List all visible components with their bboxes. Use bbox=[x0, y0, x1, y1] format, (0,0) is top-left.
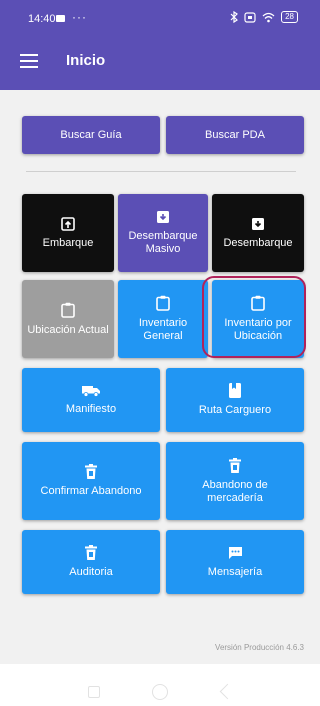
clipboard-icon bbox=[61, 302, 75, 318]
page-title: Inicio bbox=[66, 52, 106, 69]
status-more-dots: ··· bbox=[72, 10, 87, 24]
manifiesto-button[interactable]: Manifiesto bbox=[22, 368, 160, 432]
desembarque-masivo-label: Desembarque Masivo bbox=[128, 230, 198, 255]
buscar-pda-label: Buscar PDA bbox=[205, 128, 265, 141]
buscar-pda-button[interactable]: Buscar PDA bbox=[166, 116, 304, 154]
archive-icon bbox=[251, 217, 265, 231]
inventario-general-label: Inventario General bbox=[138, 317, 188, 342]
status-bar: 14:40 ··· 28 bbox=[0, 0, 320, 34]
ruta-carguero-button[interactable]: Ruta Carguero bbox=[166, 368, 304, 432]
desembarque-masivo-button[interactable]: Desembarque Masivo bbox=[118, 194, 208, 272]
recent-apps-icon[interactable] bbox=[88, 686, 100, 698]
abandono-mercaderia-button[interactable]: Abandono de mercadería bbox=[166, 442, 304, 520]
desembarque-label: Desembarque bbox=[223, 236, 293, 249]
trash-icon bbox=[85, 464, 97, 479]
message-notification-icon bbox=[56, 15, 65, 22]
confirmar-abandono-label: Confirmar Abandono bbox=[40, 485, 142, 497]
version-label: Versión Producción 4.6.3 bbox=[215, 643, 304, 652]
inventario-general-button[interactable]: Inventario General bbox=[118, 280, 208, 358]
divider bbox=[26, 171, 296, 172]
status-icons: 28 bbox=[230, 11, 298, 23]
manifiesto-label: Manifiesto bbox=[65, 402, 117, 415]
trash-icon bbox=[85, 545, 97, 560]
abandono-mercaderia-label: Abandono de mercadería bbox=[202, 478, 268, 504]
embarque-button[interactable]: Embarque bbox=[22, 194, 114, 272]
truck-icon bbox=[82, 385, 100, 397]
app-bar: Inicio bbox=[0, 34, 320, 90]
chat-icon bbox=[228, 546, 243, 560]
confirmar-abandono-button[interactable]: Confirmar Abandono bbox=[22, 442, 160, 520]
book-icon bbox=[229, 383, 241, 398]
buscar-guia-label: Buscar Guía bbox=[60, 128, 122, 141]
auditoria-button[interactable]: Auditoria bbox=[22, 530, 160, 594]
home-icon[interactable] bbox=[152, 684, 168, 700]
wifi-icon bbox=[262, 12, 275, 22]
trash-icon bbox=[229, 457, 241, 473]
buscar-guia-button[interactable]: Buscar Guía bbox=[22, 116, 160, 154]
status-time: 14:40 bbox=[28, 13, 56, 25]
bluetooth-icon bbox=[230, 11, 239, 23]
auditoria-label: Auditoria bbox=[69, 566, 113, 578]
battery-icon: 28 bbox=[281, 11, 298, 23]
open-in-box-icon bbox=[61, 216, 75, 231]
menu-icon[interactable] bbox=[20, 54, 38, 68]
archive-icon bbox=[156, 210, 170, 224]
desembarque-button[interactable]: Desembarque bbox=[212, 194, 304, 272]
highlight-annotation bbox=[202, 276, 306, 358]
ruta-carguero-label: Ruta Carguero bbox=[198, 404, 272, 416]
ubicacion-actual-label: Ubicación Actual bbox=[27, 323, 109, 336]
ubicacion-actual-button[interactable]: Ubicación Actual bbox=[22, 280, 114, 358]
mensajeria-button[interactable]: Mensajería bbox=[166, 530, 304, 594]
mensajeria-label: Mensajería bbox=[207, 565, 263, 578]
embarque-label: Embarque bbox=[42, 236, 94, 249]
clipboard-icon bbox=[156, 295, 170, 311]
nfc-icon bbox=[244, 11, 256, 23]
